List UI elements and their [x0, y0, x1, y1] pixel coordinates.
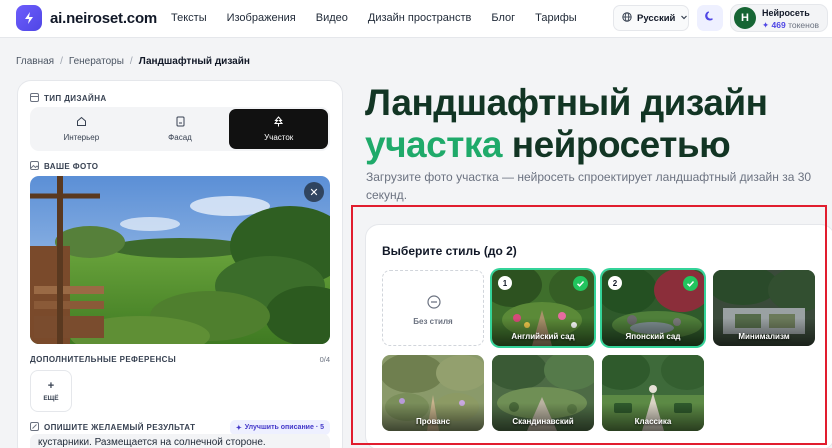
nav-item-space-design[interactable]: Дизайн пространств — [368, 12, 471, 24]
chevron-down-icon — [680, 13, 688, 24]
check-icon — [573, 276, 588, 291]
token-count: 469 — [771, 20, 786, 30]
spark-icon: ✦ — [762, 20, 770, 30]
settings-panel: ТИП ДИЗАЙНА Интерьер Фасад Участок ВАШЕ … — [17, 80, 343, 448]
top-header: ai.neiroset.com Тексты Изображения Видео… — [0, 0, 832, 38]
page-subtitle: Загрузите фото участка — нейросеть спрое… — [366, 170, 812, 202]
check-icon — [683, 276, 698, 291]
main-nav: Тексты Изображения Видео Дизайн простран… — [171, 12, 597, 24]
breadcrumb-current: Ландшафтный дизайн — [138, 56, 250, 67]
logo-text[interactable]: ai.neiroset.com — [50, 10, 157, 27]
nav-item-images[interactable]: Изображения — [227, 12, 296, 24]
breadcrumb: Главная / Генераторы / Ландшафтный дизай… — [16, 56, 250, 67]
description-label-text: ОПИШИТЕ ЖЕЛАЕМЫЙ РЕЗУЛЬТАТ — [44, 423, 196, 432]
nav-item-video[interactable]: Видео — [316, 12, 348, 24]
improve-description-button[interactable]: ✦ Улучшить описание · 5 — [229, 420, 330, 435]
style-tile-scandinavian[interactable]: Скандинавский — [492, 355, 594, 431]
home-icon — [76, 116, 87, 129]
nav-item-blog[interactable]: Блог — [491, 12, 515, 24]
style-picker-title: Выберите стиль (до 2) — [382, 244, 517, 258]
token-label: токенов — [788, 20, 820, 30]
photo-label: ВАШЕ ФОТО — [30, 161, 98, 172]
breadcrumb-home[interactable]: Главная — [16, 56, 54, 67]
user-menu[interactable]: H Нейросеть ✦ 469 токенов — [730, 4, 828, 32]
avatar: H — [734, 7, 756, 29]
tab-facade[interactable]: Фасад — [131, 109, 230, 149]
tab-facade-label: Фасад — [168, 133, 192, 142]
moon-icon — [704, 9, 716, 27]
plus-icon: + — [47, 380, 55, 392]
grid-icon — [30, 93, 39, 104]
circle-minus-icon — [427, 295, 441, 314]
logo-icon[interactable] — [16, 5, 42, 31]
style-tile-minimalism-label: Минимализм — [738, 332, 790, 341]
design-type-tabs: Интерьер Фасад Участок — [30, 107, 330, 151]
style-tile-provence[interactable]: Прованс — [382, 355, 484, 431]
style-tile-english[interactable]: 1 Английский сад — [492, 270, 594, 346]
description-textarea[interactable]: кустарники. Размещается на солнечной сто… — [30, 434, 330, 448]
style-tile-japanese-label: Японский сад — [625, 332, 681, 341]
style-tile-minimalism[interactable]: Минимализм — [713, 270, 815, 346]
nav-item-pricing[interactable]: Тарифы — [535, 12, 577, 24]
tab-plot-label: Участок — [264, 133, 294, 142]
description-label: ОПИШИТЕ ЖЕЛАЕМЫЙ РЕЗУЛЬТАТ — [30, 422, 195, 433]
style-tile-classic-label: Классика — [634, 417, 672, 426]
style-tile-english-label: Английский сад — [511, 332, 575, 341]
references-count: 0/4 — [319, 355, 330, 364]
tab-plot[interactable]: Участок — [229, 109, 329, 149]
language-select[interactable]: Русский — [613, 5, 689, 31]
tab-interior-label: Интерьер — [63, 133, 100, 142]
style-tile-none-label: Без стиля — [413, 317, 453, 326]
uploaded-photo: ✕ — [30, 176, 330, 344]
add-reference-label: ЕЩЁ — [43, 395, 59, 402]
image-icon — [30, 161, 39, 172]
style-tile-japanese[interactable]: 2 Японский сад — [602, 270, 704, 346]
style-tile-provence-label: Прованс — [415, 417, 451, 426]
sparkle-icon: ✦ — [235, 424, 242, 432]
nav-item-texts[interactable]: Тексты — [171, 12, 207, 24]
close-icon[interactable]: ✕ — [304, 182, 324, 202]
user-name: Нейросеть — [762, 8, 810, 18]
selection-order-badge: 2 — [608, 276, 622, 290]
garden-photo — [30, 176, 330, 344]
design-type-label-text: ТИП ДИЗАЙНА — [44, 94, 107, 103]
add-reference-button[interactable]: + ЕЩЁ — [30, 370, 72, 412]
style-tile-none[interactable]: Без стиля — [382, 270, 484, 346]
style-tile-scandinavian-label: Скандинавский — [512, 417, 574, 426]
edit-icon — [30, 422, 39, 433]
facade-icon — [175, 116, 186, 129]
breadcrumb-separator: / — [60, 56, 63, 67]
theme-toggle-button[interactable] — [697, 5, 723, 31]
page-title: Ландшафтный дизайн участка нейросетью — [365, 82, 768, 166]
tree-icon — [273, 116, 284, 129]
selection-order-badge: 1 — [498, 276, 512, 290]
page-title-line1: Ландшафтный дизайн — [365, 82, 768, 123]
breadcrumb-separator: / — [129, 56, 133, 67]
language-label: Русский — [637, 12, 676, 24]
globe-icon — [622, 11, 632, 25]
design-type-label: ТИП ДИЗАЙНА — [30, 93, 107, 104]
improve-description-label: Улучшить описание · 5 — [244, 424, 324, 431]
tab-interior[interactable]: Интерьер — [32, 109, 131, 149]
style-tile-classic[interactable]: Классика — [602, 355, 704, 431]
photo-label-text: ВАШЕ ФОТО — [44, 162, 99, 171]
page-title-accent: участка — [365, 124, 502, 165]
page-title-rest: нейросетью — [511, 124, 731, 165]
breadcrumb-generators[interactable]: Генераторы — [69, 56, 124, 67]
references-label: ДОПОЛНИТЕЛЬНЫЕ РЕФЕРЕНСЫ — [30, 355, 177, 364]
token-balance: ✦ 469 токенов — [762, 20, 819, 31]
